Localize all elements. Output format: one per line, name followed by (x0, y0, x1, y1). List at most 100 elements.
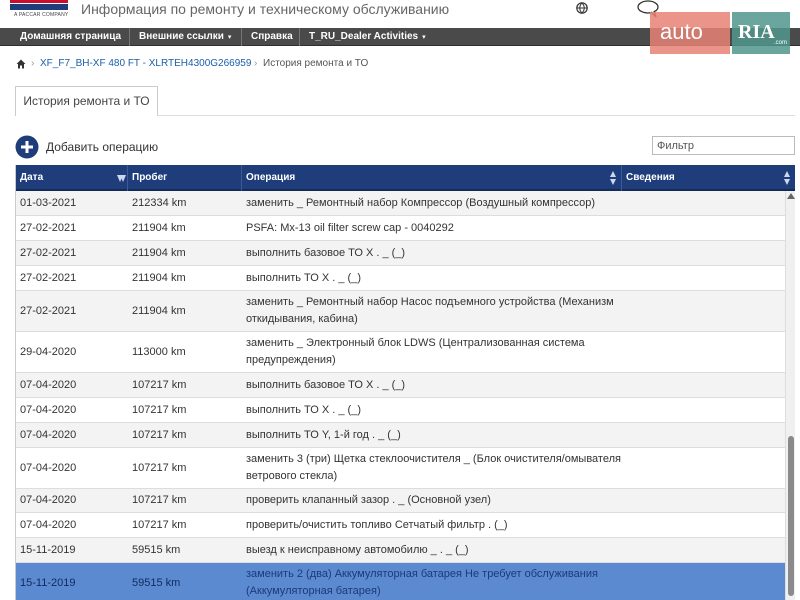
cell-mileage: 59515 km (132, 543, 181, 556)
column-header-mileage-label: Пробег (132, 172, 168, 183)
column-header-date[interactable]: Дата (16, 165, 128, 191)
table-row[interactable]: 07-04-2020 107217 km выполнить базовое Т… (16, 373, 785, 398)
table-scrollbar[interactable] (785, 191, 795, 600)
cell-details (622, 448, 785, 488)
table-row[interactable]: 27-02-2021 211904 km PSFA: Mx-13 oil fil… (16, 216, 785, 241)
table-row[interactable]: 29-04-2020 113000 km заменить _ Электрон… (16, 332, 785, 373)
breadcrumb-vehicle-link[interactable]: XF_F7_BH-XF 480 FT - XLRTEH4300G266959 (40, 58, 251, 69)
cell-mileage: 107217 km (132, 518, 187, 531)
cell-date: 07-04-2020 (20, 428, 77, 441)
nav-external-links-label: Внешние ссылки (139, 31, 224, 42)
cell-details (622, 563, 785, 600)
cell-details (622, 513, 785, 537)
cell-mileage: 107217 km (132, 403, 187, 416)
cell-date: 27-02-2021 (20, 221, 77, 234)
column-header-mileage[interactable]: Пробег (120, 165, 242, 191)
cell-operation: выполнить ТО X . _ (_) (246, 403, 362, 416)
cell-mileage: 107217 km (132, 461, 187, 474)
nav-dealer-activities-label: T_RU_Dealer Activities (309, 31, 419, 42)
cell-operation: заменить _ Ремонтный набор Компрессор (В… (246, 196, 596, 209)
cell-operation: выполнить базовое ТО X . _ (_) (246, 246, 406, 259)
table-row[interactable]: 07-04-2020 107217 km заменить 3 (три) Ще… (16, 448, 785, 489)
cell-details (622, 191, 785, 215)
cell-mileage: 59515 km (132, 576, 181, 589)
cell-details (622, 489, 785, 512)
table-body: 01-03-2021 212334 km заменить _ Ремонтны… (16, 191, 785, 600)
cell-date: 07-04-2020 (20, 378, 77, 391)
nav-home-label: Домашняя страница (20, 31, 122, 42)
chat-icon[interactable] (636, 0, 660, 18)
table-row[interactable]: 15-11-2019 59515 km выезд к неисправному… (16, 538, 785, 563)
nav-dealer-activities[interactable]: T_RU_Dealer Activities ▾ (303, 28, 436, 46)
column-header-details[interactable]: Сведения (622, 165, 795, 191)
nav-help[interactable]: Справка (245, 28, 300, 46)
cell-operation: заменить _ Ремонтный набор Насос подъемн… (246, 296, 614, 325)
table-row[interactable]: 07-04-2020 107217 km выполнить ТО X . _ … (16, 398, 785, 423)
globe-icon[interactable] (576, 2, 588, 14)
cell-mileage: 211904 km (132, 271, 186, 284)
nav-help-label: Справка (251, 31, 293, 42)
cell-mileage: 107217 km (132, 428, 187, 441)
scroll-thumb[interactable] (788, 436, 794, 596)
table-row[interactable]: 27-02-2021 211904 km выполнить ТО X . _ … (16, 266, 785, 291)
service-history-table: Дата Пробег Операция Сведения 01-03-2021… (15, 165, 795, 600)
cell-date: 29-04-2020 (20, 345, 77, 358)
table-row[interactable]: 27-02-2021 211904 km выполнить базовое Т… (16, 241, 785, 266)
home-icon[interactable] (16, 59, 26, 69)
cell-operation: PSFA: Mx-13 oil filter screw cap - 00402… (246, 221, 454, 234)
cell-operation: выезд к неисправному автомобилю _ . _ (_… (246, 543, 469, 556)
cell-operation: выполнить базовое ТО X . _ (_) (246, 378, 406, 391)
cell-operation: выполнить ТО X . _ (_) (246, 271, 362, 284)
column-header-operation-label: Операция (246, 172, 296, 183)
cell-date: 07-04-2020 (20, 403, 77, 416)
cell-details (622, 398, 785, 422)
cell-operation: заменить 2 (два) Аккумуляторная батарея … (246, 568, 598, 597)
cell-date: 07-04-2020 (20, 518, 77, 531)
sort-icon (610, 171, 616, 185)
nav-external-links[interactable]: Внешние ссылки ▾ (133, 28, 242, 46)
cell-mileage: 212334 km (132, 196, 187, 209)
cell-operation: проверить/очистить топливо Сетчатый филь… (246, 518, 508, 531)
daf-logo[interactable]: A PACCAR COMPANY (10, 0, 70, 22)
sort-icon (120, 175, 126, 182)
chevron-down-icon: ▾ (422, 34, 426, 41)
table-row[interactable]: 07-04-2020 107217 km проверить клапанный… (16, 489, 785, 513)
column-header-date-label: Дата (20, 172, 44, 183)
scroll-up-icon[interactable] (787, 193, 795, 199)
cell-date: 27-02-2021 (20, 246, 77, 259)
cell-date: 07-04-2020 (20, 461, 77, 474)
main-nav: Домашняя страница Внешние ссылки ▾ Справк… (0, 28, 800, 46)
table-row-selected[interactable]: 15-11-2019 59515 km заменить 2 (два) Акк… (16, 563, 785, 600)
cell-details (622, 216, 785, 240)
table-row[interactable]: 07-04-2020 107217 km выполнить ТО Y, 1-й… (16, 423, 785, 448)
cell-details (622, 538, 785, 562)
nav-home[interactable]: Домашняя страница (14, 28, 130, 46)
table-row[interactable]: 07-04-2020 107217 km проверить/очистить … (16, 513, 785, 538)
cell-details (622, 291, 785, 331)
cell-operation: выполнить ТО Y, 1-й год . _ (_) (246, 428, 401, 441)
table-row[interactable]: 27-02-2021 211904 km заменить _ Ремонтны… (16, 291, 785, 332)
cell-operation: заменить 3 (три) Щетка стеклоочистителя … (246, 453, 621, 482)
cell-date: 27-02-2021 (20, 304, 77, 317)
table-header: Дата Пробег Операция Сведения (16, 165, 795, 191)
cell-mileage: 211904 km (132, 221, 186, 234)
table-row[interactable]: 01-03-2021 212334 km заменить _ Ремонтны… (16, 191, 785, 216)
cell-mileage: 211904 km (132, 304, 186, 317)
sort-icon (784, 171, 790, 185)
tab-service-history[interactable]: История ремонта и ТО (15, 86, 158, 116)
cell-details (622, 241, 785, 265)
breadcrumb-separator: › (254, 58, 258, 69)
cell-date: 01-03-2021 (20, 196, 77, 209)
cell-operation: заменить _ Электронный блок LDWS (Центра… (246, 337, 585, 366)
cell-date: 27-02-2021 (20, 271, 77, 284)
cell-details (622, 266, 785, 290)
cell-details (622, 332, 785, 372)
cell-mileage: 107217 km (132, 378, 187, 391)
filter-input[interactable] (652, 136, 795, 155)
cell-mileage: 113000 km (132, 345, 186, 358)
column-header-operation[interactable]: Операция (242, 165, 622, 191)
cell-mileage: 211904 km (132, 246, 186, 259)
breadcrumb-separator: › (31, 58, 35, 69)
chevron-down-icon: ▾ (227, 34, 232, 41)
logo-subtitle: A PACCAR COMPANY (14, 12, 69, 18)
